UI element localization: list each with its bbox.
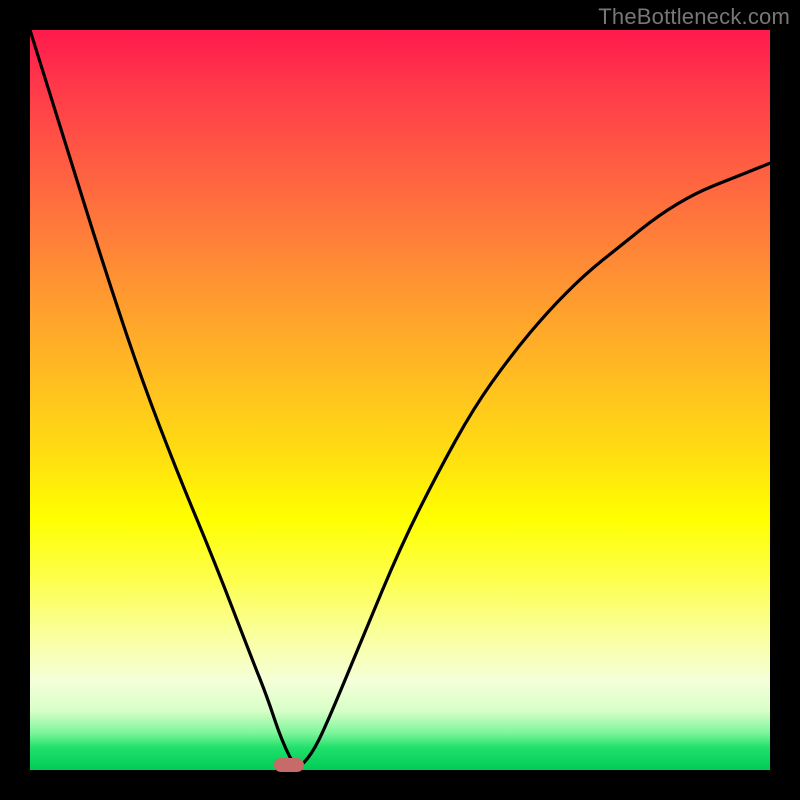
chart-frame: TheBottleneck.com	[0, 0, 800, 800]
plot-area	[30, 30, 770, 770]
bottleneck-curve	[30, 30, 770, 770]
attribution-label: TheBottleneck.com	[598, 4, 790, 30]
optimal-marker	[274, 758, 304, 772]
